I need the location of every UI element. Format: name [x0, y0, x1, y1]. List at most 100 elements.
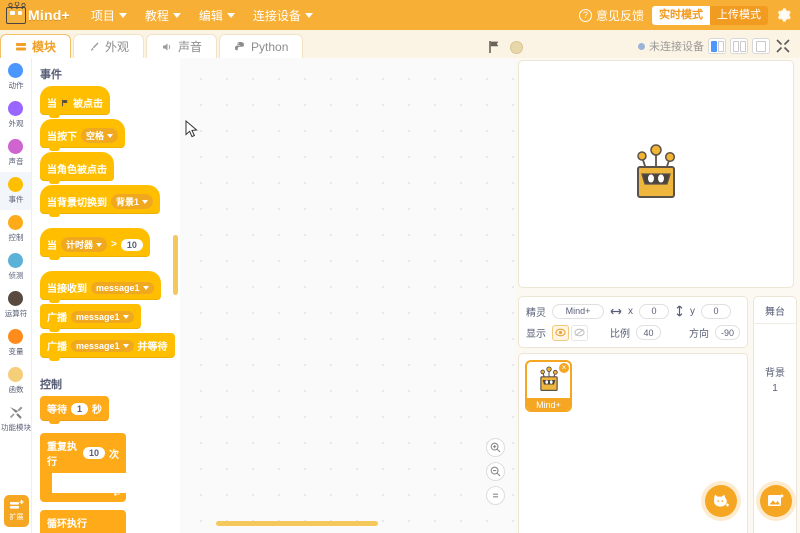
device-connection-label: 未连接设备: [649, 41, 704, 53]
zoom-reset-icon[interactable]: [486, 486, 505, 505]
layout-stage-only-icon[interactable]: [752, 38, 770, 54]
menu-item-connect-device[interactable]: 连接设备: [244, 3, 322, 28]
block-forever[interactable]: 循环执行: [40, 510, 126, 533]
zoom-out-icon[interactable]: [486, 462, 505, 481]
sprite-info-row-1: 精灵 Mind+ x 0 y 0: [526, 303, 740, 319]
sound-dot-icon: [8, 139, 23, 154]
block-when-timer-greater-dropdown-value: 计时器: [66, 240, 94, 250]
block-repeat-times-value[interactable]: 10: [82, 447, 105, 459]
block-when-backdrop-switches-dropdown[interactable]: 背景1: [111, 194, 154, 209]
code-workspace[interactable]: [180, 58, 515, 533]
category-control[interactable]: 控制: [0, 210, 31, 248]
tab-costumes[interactable]: 外观: [73, 34, 145, 58]
sprite-info-panel: 精灵 Mind+ x 0 y 0 显示 比例 40 方向 -90: [518, 296, 748, 348]
backdrop-count: 1: [772, 383, 778, 394]
top-menu-bar: Mind+ 项目 教程 编辑 连接设备 ? 意见反馈 实时模式 上传模式: [0, 0, 800, 30]
tab-python[interactable]: Python: [219, 34, 304, 58]
stage-canvas[interactable]: [518, 60, 794, 288]
mindplus-app-window: Mind+ 项目 教程 编辑 连接设备 ? 意见反馈 实时模式 上传模式 模块 …: [0, 0, 800, 533]
chevron-down-icon: [122, 343, 129, 348]
block-when-timer-greater[interactable]: 当 计时器 > 10: [40, 228, 150, 260]
block-when-backdrop-switches[interactable]: 当背景切换到 背景1: [40, 185, 161, 217]
block-when-timer-greater-dropdown[interactable]: 计时器: [61, 237, 108, 252]
mode-switch[interactable]: 实时模式 上传模式: [652, 5, 768, 25]
feedback-label: 意见反馈: [595, 8, 644, 23]
block-wait-seconds[interactable]: 等待 1 秒: [40, 396, 110, 424]
menu-item-project[interactable]: 项目: [82, 3, 136, 28]
category-sound[interactable]: 声音: [0, 134, 31, 172]
block-broadcast-and-wait-dropdown[interactable]: message1: [71, 339, 134, 352]
logo-antenna-icon: [8, 1, 26, 9]
block-broadcast[interactable]: 广播 message1: [40, 304, 141, 332]
tab-sounds[interactable]: 声音: [146, 34, 218, 58]
menu-item-tutorial[interactable]: 教程: [136, 3, 190, 28]
visibility-toggle-group: [552, 324, 588, 341]
x-label: x: [628, 305, 633, 317]
chevron-down-icon: [304, 13, 313, 18]
x-input[interactable]: 0: [639, 303, 669, 319]
backdrop-count-cell[interactable]: 背景 1: [754, 324, 796, 396]
direction-label: 方向: [689, 329, 709, 340]
layout-large-icon[interactable]: [730, 38, 748, 54]
eye-hidden-icon[interactable]: [571, 324, 588, 341]
sprite-name-input[interactable]: Mind+: [552, 303, 604, 319]
add-backdrop-button[interactable]: [760, 485, 792, 517]
mindplus-robot-mascot: [637, 144, 676, 198]
events-dot-icon: [8, 177, 23, 192]
upload-mode-button[interactable]: 上传模式: [710, 6, 768, 25]
stop-icon[interactable]: [510, 40, 524, 54]
tab-blocks-label: 模块: [32, 40, 57, 54]
realtime-mode-button[interactable]: 实时模式: [652, 5, 710, 25]
category-myblocks[interactable]: 函数: [0, 362, 31, 400]
block-when-key-pressed[interactable]: 当按下 空格: [40, 119, 126, 151]
block-when-key-pressed-dropdown[interactable]: 空格: [81, 128, 119, 143]
menu-item-tutorial-label: 教程: [144, 8, 169, 23]
direction-input[interactable]: -90: [715, 325, 740, 340]
menu-item-edit[interactable]: 编辑: [190, 3, 244, 28]
size-input[interactable]: 40: [636, 325, 661, 340]
category-motion[interactable]: 动作: [0, 58, 31, 96]
category-operators[interactable]: 运算符: [0, 286, 31, 324]
palette-scrollbar[interactable]: [173, 235, 178, 295]
y-input[interactable]: 0: [701, 303, 731, 319]
block-broadcast-and-wait[interactable]: 广播 message1 并等待: [40, 333, 175, 361]
device-connection-status: 未连接设备: [638, 38, 704, 54]
sensing-dot-icon: [8, 253, 23, 268]
category-sensing[interactable]: 侦测: [0, 248, 31, 286]
block-repeat-times[interactable]: 重复执行 10 次: [40, 433, 126, 502]
sprite-card-mindplus[interactable]: × Mind+: [525, 360, 572, 412]
block-wait-seconds-value[interactable]: 1: [71, 402, 89, 415]
tab-blocks[interactable]: 模块: [0, 34, 72, 58]
category-function-modules[interactable]: 功能模块: [0, 400, 31, 438]
fullscreen-icon[interactable]: [774, 38, 792, 54]
green-flag-icon[interactable]: [487, 40, 501, 54]
size-label: 比例: [610, 329, 630, 340]
block-when-receive-message[interactable]: 当接收到 message1: [40, 271, 161, 303]
block-when-flag-clicked[interactable]: 当 被点击: [40, 86, 110, 118]
close-icon[interactable]: ×: [559, 363, 569, 373]
feedback-button[interactable]: ? 意见反馈: [578, 7, 644, 24]
gear-icon[interactable]: [776, 7, 792, 23]
block-forever-header: 循环执行: [40, 510, 126, 533]
app-logo[interactable]: Mind+: [6, 1, 70, 24]
chevron-down-icon: [142, 285, 149, 290]
eye-visible-icon[interactable]: [552, 324, 569, 341]
category-variables[interactable]: 变量: [0, 324, 31, 362]
category-looks[interactable]: 外观: [0, 96, 31, 134]
block-when-receive-message-dropdown[interactable]: message1: [91, 281, 154, 294]
green-flag-icon: [62, 99, 68, 106]
block-broadcast-dropdown[interactable]: message1: [71, 310, 134, 323]
block-when-timer-greater-value[interactable]: 10: [120, 238, 143, 251]
layout-small-icon[interactable]: [708, 38, 726, 54]
tools-icon: [9, 406, 22, 419]
block-palette[interactable]: 事件 当 被点击 当按下 空格 当角色被点击 当背景切换到 背景1 当 计时器 …: [32, 58, 180, 533]
block-broadcast-and-wait-suffix: 并等待: [137, 342, 168, 353]
block-broadcast-prefix: 广播: [47, 313, 67, 324]
add-sprite-button[interactable]: [705, 485, 737, 517]
extension-button[interactable]: 扩展: [4, 495, 29, 527]
zoom-in-icon[interactable]: [486, 438, 505, 457]
block-when-sprite-clicked[interactable]: 当角色被点击: [40, 152, 114, 184]
category-events[interactable]: 事件: [0, 172, 31, 210]
workspace-horizontal-scrollbar[interactable]: [216, 521, 378, 526]
chevron-down-icon: [107, 133, 114, 138]
